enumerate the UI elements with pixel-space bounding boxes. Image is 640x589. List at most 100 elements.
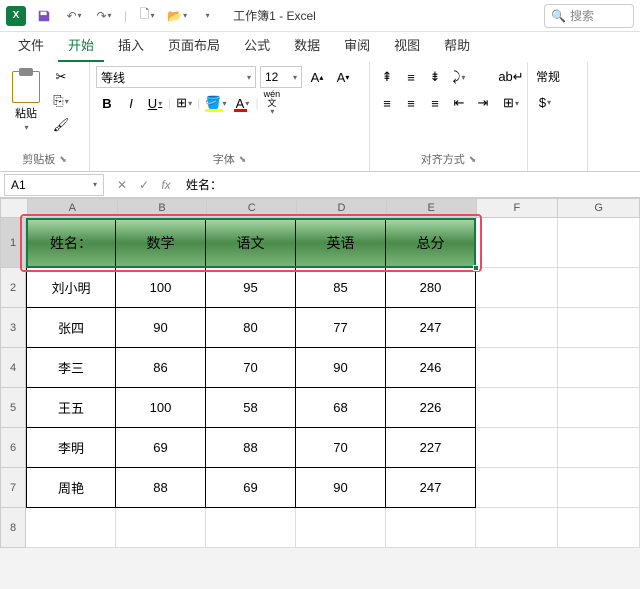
cell-G4[interactable] xyxy=(558,348,640,388)
tab-data[interactable]: 数据 xyxy=(284,29,330,62)
cell-E8[interactable] xyxy=(386,508,476,548)
cell-B5[interactable]: 100 xyxy=(116,388,206,428)
cell-C4[interactable]: 70 xyxy=(206,348,296,388)
cell-B7[interactable]: 88 xyxy=(116,468,206,508)
align-top-button[interactable]: ⇞ xyxy=(376,66,398,88)
phonetic-button[interactable]: wén文▾ xyxy=(261,92,284,114)
cell-E5[interactable]: 226 xyxy=(386,388,476,428)
cell-C1[interactable]: 语文 xyxy=(206,218,296,268)
tab-help[interactable]: 帮助 xyxy=(434,29,480,62)
fill-color-button[interactable]: 🪣▾ xyxy=(202,92,229,114)
cell-B2[interactable]: 100 xyxy=(116,268,206,308)
cell-A8[interactable] xyxy=(26,508,116,548)
tab-home[interactable]: 开始 xyxy=(58,29,104,62)
bold-button[interactable]: B xyxy=(96,92,118,114)
merge-button[interactable]: ⊞▾ xyxy=(498,92,524,114)
cell-A7[interactable]: 周艳 xyxy=(26,468,116,508)
italic-button[interactable]: I xyxy=(120,92,142,114)
col-header-B[interactable]: B xyxy=(118,198,208,218)
cell-B8[interactable] xyxy=(116,508,206,548)
cell-G2[interactable] xyxy=(558,268,640,308)
spreadsheet-grid[interactable]: ABCDEFG 12345678 姓名：数学语文英语总分刘小明100958528… xyxy=(0,198,640,548)
tab-file[interactable]: 文件 xyxy=(8,29,54,62)
tab-insert[interactable]: 插入 xyxy=(108,29,154,62)
cell-B4[interactable]: 86 xyxy=(116,348,206,388)
cell-D2[interactable]: 85 xyxy=(296,268,386,308)
search-input[interactable]: 🔍 搜索 xyxy=(544,4,634,28)
tab-formulas[interactable]: 公式 xyxy=(234,29,280,62)
col-header-A[interactable]: A xyxy=(28,198,118,218)
row-header-5[interactable]: 5 xyxy=(0,388,26,428)
row-header-7[interactable]: 7 xyxy=(0,468,26,508)
decrease-font-button[interactable]: A▾ xyxy=(332,66,354,88)
undo-button[interactable]: ↶▾ xyxy=(62,4,86,28)
cell-C5[interactable]: 58 xyxy=(206,388,296,428)
align-right-button[interactable]: ≡ xyxy=(424,92,446,114)
cell-F5[interactable] xyxy=(476,388,558,428)
cell-G1[interactable] xyxy=(558,218,640,268)
align-middle-button[interactable]: ≡ xyxy=(400,66,422,88)
cell-D3[interactable]: 77 xyxy=(296,308,386,348)
row-header-3[interactable]: 3 xyxy=(0,308,26,348)
cell-E3[interactable]: 247 xyxy=(386,308,476,348)
tab-layout[interactable]: 页面布局 xyxy=(158,29,230,62)
cell-F4[interactable] xyxy=(476,348,558,388)
cell-A6[interactable]: 李明 xyxy=(26,428,116,468)
cell-F1[interactable] xyxy=(476,218,558,268)
formula-input[interactable]: 姓名： xyxy=(180,176,640,193)
align-bottom-button[interactable]: ⇟ xyxy=(424,66,446,88)
cell-F2[interactable] xyxy=(476,268,558,308)
save-button[interactable] xyxy=(32,4,56,28)
underline-button[interactable]: U▾ xyxy=(144,92,166,114)
format-painter-button[interactable]: 🖌 xyxy=(50,114,72,136)
cell-E2[interactable]: 280 xyxy=(386,268,476,308)
font-color-button[interactable]: A▾ xyxy=(231,92,253,114)
cell-D1[interactable]: 英语 xyxy=(296,218,386,268)
cell-B1[interactable]: 数学 xyxy=(116,218,206,268)
tab-view[interactable]: 视图 xyxy=(384,29,430,62)
wrap-text-button[interactable]: ab↵ xyxy=(498,66,524,88)
cut-button[interactable]: ✂ xyxy=(50,66,72,88)
cell-F6[interactable] xyxy=(476,428,558,468)
increase-indent-button[interactable]: ⇥ xyxy=(472,92,494,114)
cell-F7[interactable] xyxy=(476,468,558,508)
decrease-indent-button[interactable]: ⇤ xyxy=(448,92,470,114)
copy-button[interactable]: ⎘▾ xyxy=(50,90,72,112)
cancel-formula-button[interactable]: ✕ xyxy=(112,175,132,195)
cell-A1[interactable]: 姓名： xyxy=(26,218,116,268)
enter-formula-button[interactable]: ✓ xyxy=(134,175,154,195)
cell-C6[interactable]: 88 xyxy=(206,428,296,468)
row-header-2[interactable]: 2 xyxy=(0,268,26,308)
cell-G8[interactable] xyxy=(558,508,640,548)
font-size-select[interactable]: 12▾ xyxy=(260,66,302,88)
cell-C7[interactable]: 69 xyxy=(206,468,296,508)
cell-E6[interactable]: 227 xyxy=(386,428,476,468)
increase-font-button[interactable]: A▴ xyxy=(306,66,328,88)
cell-A2[interactable]: 刘小明 xyxy=(26,268,116,308)
fx-button[interactable]: fx xyxy=(156,175,176,195)
border-button[interactable]: ⊞▾ xyxy=(173,92,195,114)
paste-button[interactable]: 粘贴 ▾ xyxy=(6,66,46,136)
row-header-8[interactable]: 8 xyxy=(0,508,26,548)
cell-F3[interactable] xyxy=(476,308,558,348)
cell-E7[interactable]: 247 xyxy=(386,468,476,508)
cell-G3[interactable] xyxy=(558,308,640,348)
cell-F8[interactable] xyxy=(476,508,558,548)
cell-E4[interactable]: 246 xyxy=(386,348,476,388)
cell-A5[interactable]: 王五 xyxy=(26,388,116,428)
font-launcher[interactable]: ⬊ xyxy=(239,154,247,165)
open-file-button[interactable]: 📂▾ xyxy=(165,4,189,28)
cell-D4[interactable]: 90 xyxy=(296,348,386,388)
name-box[interactable]: A1▾ xyxy=(4,174,104,196)
number-format-select[interactable]: 常规 xyxy=(534,66,562,87)
orientation-button[interactable]: ⤸▾ xyxy=(448,66,470,88)
fill-handle[interactable] xyxy=(473,265,479,271)
clipboard-launcher[interactable]: ⬊ xyxy=(59,154,67,165)
cell-D7[interactable]: 90 xyxy=(296,468,386,508)
align-launcher[interactable]: ⬊ xyxy=(469,154,477,165)
cell-D5[interactable]: 68 xyxy=(296,388,386,428)
col-header-D[interactable]: D xyxy=(297,198,387,218)
cell-B3[interactable]: 90 xyxy=(116,308,206,348)
col-header-G[interactable]: G xyxy=(558,198,640,218)
cell-E1[interactable]: 总分 xyxy=(386,218,476,268)
